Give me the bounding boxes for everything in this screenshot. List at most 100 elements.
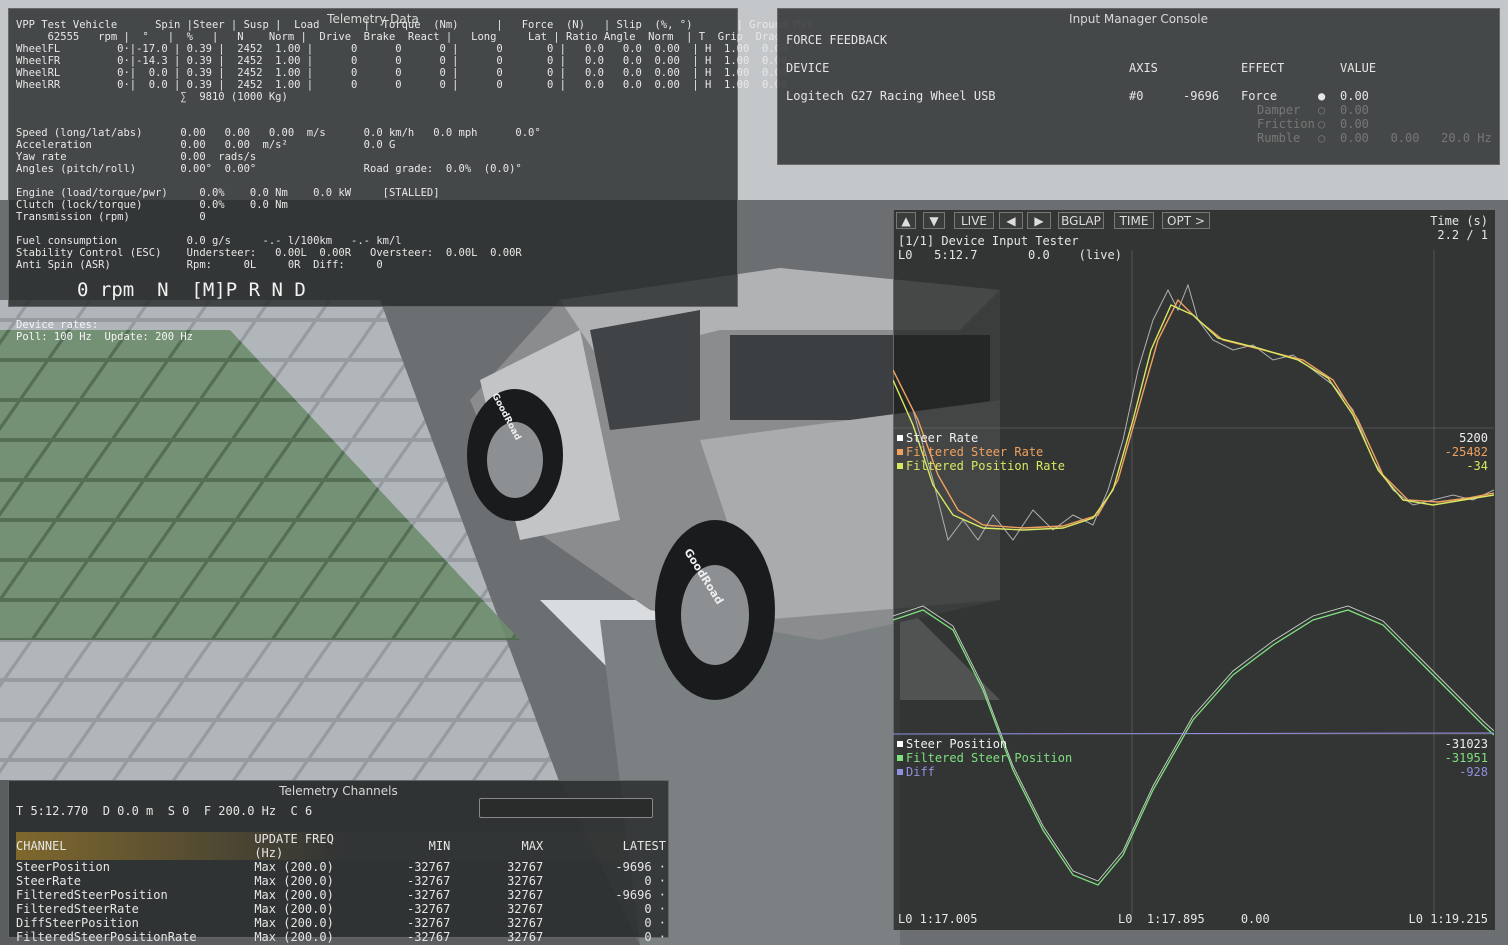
steer-rate-line — [893, 283, 1494, 542]
time-axis-end: L0 1:19.215 — [1408, 912, 1488, 926]
plot-title: [1/1] Device Input Tester — [898, 234, 1079, 248]
legend-filtered-steer-position[interactable]: Filtered Steer Position — [897, 751, 1072, 765]
legend-label: Diff — [906, 765, 935, 779]
filtered-position-rate-value: -34 — [1466, 459, 1488, 473]
cell-max: 32767 — [507, 930, 544, 944]
bglap-button[interactable]: BGLAP — [1058, 212, 1104, 229]
panel-title: Input Manager Console — [1069, 12, 1208, 26]
col-min[interactable]: MIN — [368, 832, 451, 860]
legend-filtered-steer-rate[interactable]: Filtered Steer Rate — [897, 445, 1043, 459]
cell-channel: FilteredSteerPosition — [16, 888, 168, 902]
effect-damper-label: Damper — [1257, 103, 1301, 117]
header-device: DEVICE — [786, 61, 830, 75]
col-latest[interactable]: LATEST — [543, 832, 666, 860]
cell-max: 32767 — [507, 874, 544, 888]
legend-swatch — [897, 463, 903, 469]
legend-diff[interactable]: Diff — [897, 765, 935, 779]
cell-latest: 0 · — [644, 902, 666, 916]
legend-swatch — [897, 769, 903, 775]
plot-lap-info: L0 5:12.7 0.0 (live) — [898, 248, 1122, 262]
section-title: FORCE FEEDBACK — [786, 33, 888, 47]
legend-steer-position[interactable]: Steer Position — [897, 737, 1007, 751]
cell-freq: Max (200.0) — [254, 930, 334, 944]
channel-search-input[interactable] — [479, 798, 653, 818]
filtered-steer-rate-line — [893, 298, 1494, 529]
table-row[interactable]: FilteredSteerRate Max (200.0) -32767 32767 0… — [16, 902, 666, 916]
next-button[interactable]: ▶ — [1027, 212, 1051, 229]
cell-channel: SteerPosition — [16, 860, 110, 874]
effect-rumble-label: Rumble — [1257, 131, 1301, 145]
header-axis: AXIS — [1129, 61, 1158, 75]
table-row[interactable]: SteerPosition Max (200.0) -32767 32767 -9696… — [16, 860, 666, 874]
effect-friction-value: 0.00 — [1340, 117, 1369, 131]
table-row[interactable]: FilteredSteerPositionRate Max (200.0) -327… — [16, 930, 666, 944]
table-row[interactable]: DiffSteerPosition Max (200.0) -32767 32767 0… — [16, 916, 666, 930]
cell-min: -32767 — [406, 860, 451, 874]
time-scale: 2.2 / 1 — [1437, 228, 1488, 242]
cell-freq: Max (200.0) — [254, 902, 334, 916]
live-button[interactable]: LIVE — [954, 212, 994, 229]
effect-rumble-value: 0.00 0.00 20.0 Hz — [1340, 131, 1492, 145]
legend-label: Filtered Steer Rate — [906, 445, 1044, 459]
time-axis-start: L0 1:17.005 — [898, 912, 978, 926]
wheel-table: VPP Test Vehicle Spin |Steer | Susp | Lo… — [16, 19, 813, 103]
cell-latest: 0 · — [644, 874, 666, 888]
effect-force-radio[interactable]: ● — [1318, 89, 1325, 103]
effect-force-value: 0.00 — [1340, 89, 1369, 103]
time-axis-label: Time (s) — [1430, 214, 1488, 228]
cell-max: 32767 — [507, 888, 544, 902]
effect-force-label: Force — [1241, 89, 1278, 103]
header-value: VALUE — [1340, 61, 1377, 75]
channels-table: CHANNEL UPDATE FREQ (Hz) MIN MAX LATEST … — [16, 832, 666, 944]
legend-label: Steer Rate — [906, 431, 979, 445]
legend-steer-rate[interactable]: Steer Rate — [897, 431, 978, 445]
col-max[interactable]: MAX — [450, 832, 544, 860]
telemetry-channels-panel: Telemetry Channels T 5:12.770 D 0.0 m S … — [8, 780, 669, 944]
scroll-down-button[interactable]: ▼ — [923, 212, 945, 229]
axis-value: -9696 — [1183, 89, 1220, 103]
col-channel[interactable]: CHANNEL — [16, 832, 254, 860]
device-name[interactable]: Logitech G27 Racing Wheel USB — [786, 89, 996, 103]
legend-swatch — [897, 755, 903, 761]
cell-freq: Max (200.0) — [254, 916, 334, 930]
filtered-steer-rate-value: -25482 — [1444, 445, 1488, 459]
header-effect: EFFECT — [1241, 61, 1285, 75]
device-input-plot[interactable] — [893, 210, 1494, 930]
cell-channel: DiffSteerPosition — [16, 916, 139, 930]
effect-damper-radio[interactable]: ○ — [1318, 103, 1325, 117]
cell-min: -32767 — [406, 874, 451, 888]
effect-friction-radio[interactable]: ○ — [1318, 117, 1325, 131]
legend-filtered-position-rate[interactable]: Filtered Position Rate — [897, 459, 1065, 473]
cell-freq: Max (200.0) — [254, 888, 334, 902]
legend-label: Steer Position — [906, 737, 1008, 751]
prev-button[interactable]: ◀ — [999, 212, 1023, 229]
cell-channel: SteerRate — [16, 874, 82, 888]
time-axis-cursor: L0 1:17.895 0.00 — [1118, 912, 1270, 926]
cell-min: -32767 — [406, 916, 451, 930]
axis-id: #0 — [1129, 89, 1144, 103]
cell-latest: 0 · — [644, 916, 666, 930]
table-row[interactable]: SteerRate Max (200.0) -32767 32767 0 · — [16, 874, 666, 888]
cell-channel: FilteredSteerPositionRate — [16, 930, 197, 944]
effect-rumble-radio[interactable]: ○ — [1318, 131, 1325, 145]
cell-latest: -9696 · — [615, 860, 666, 874]
cell-channel: FilteredSteerRate — [16, 902, 139, 916]
dynamics-readout: Speed (long/lat/abs) 0.00 0.00 0.00 m/s … — [16, 127, 541, 175]
options-button[interactable]: OPT > — [1162, 212, 1210, 229]
time-button[interactable]: TIME — [1114, 212, 1154, 229]
col-update-freq[interactable]: UPDATE FREQ (Hz) — [254, 832, 367, 860]
telemetry-data-panel: Telemetry Data VPP Test Vehicle Spin |St… — [8, 8, 813, 307]
legend-swatch — [897, 449, 903, 455]
device-rates: Device rates: Poll: 100 Hz Update: 200 H… — [16, 319, 194, 343]
cell-min: -32767 — [406, 888, 451, 902]
scroll-up-button[interactable]: ▲ — [896, 212, 916, 229]
steer-position-value: -31023 — [1444, 737, 1488, 751]
cell-freq: Max (200.0) — [254, 860, 334, 874]
effect-friction-label: Friction — [1257, 117, 1315, 131]
cell-max: 32767 — [507, 860, 544, 874]
table-row[interactable]: FilteredSteerPosition Max (200.0) -32767 32… — [16, 888, 666, 902]
legend-swatch — [897, 741, 903, 747]
input-manager-console: Input Manager Console FORCE FEEDBACK DEV… — [777, 8, 1500, 165]
gear-display: 0 rpm N [M]P R N D — [77, 279, 306, 301]
plot-gridlines — [893, 250, 1494, 915]
